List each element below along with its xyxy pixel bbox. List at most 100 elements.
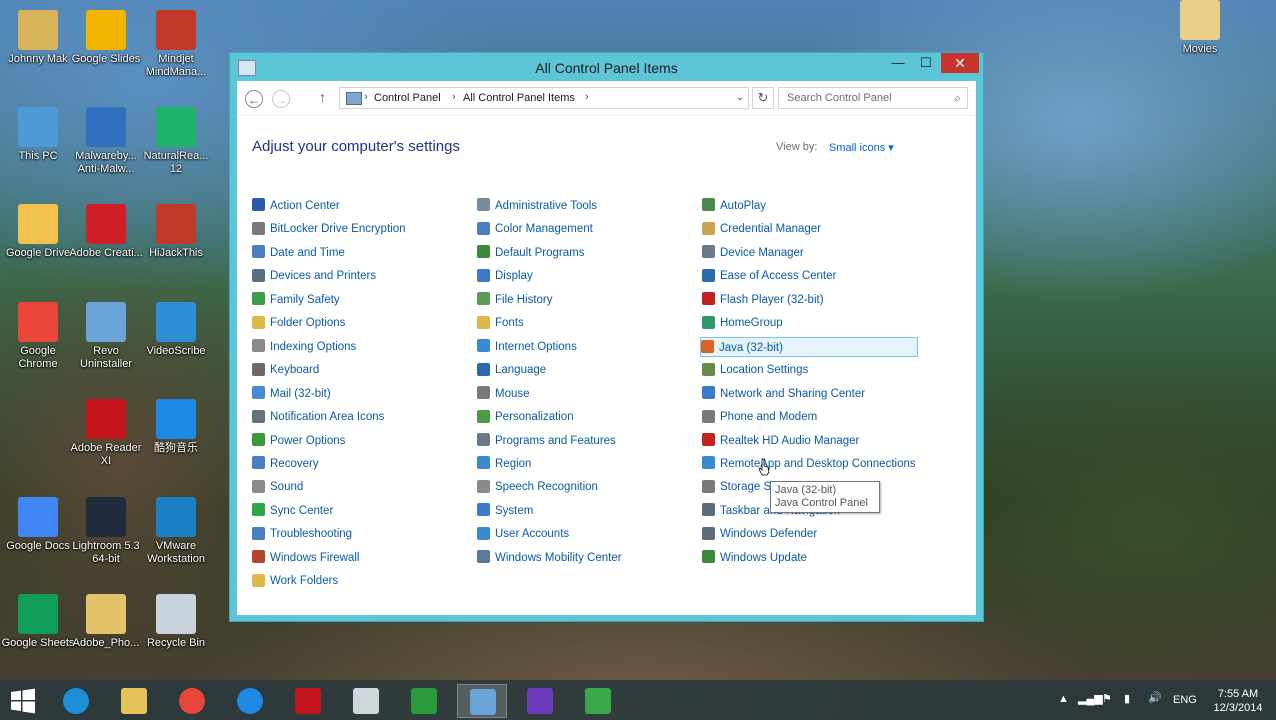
control-panel-item[interactable]: Credential Manager <box>702 219 821 239</box>
control-panel-item[interactable]: Flash Player (32-bit) <box>702 290 824 310</box>
power-icon[interactable]: ▮ <box>1124 692 1130 705</box>
control-panel-item[interactable]: Internet Options <box>477 337 577 357</box>
chevron-right-icon[interactable]: › <box>364 91 368 103</box>
taskbar-app-button[interactable] <box>167 684 217 718</box>
forward-arrow-icon[interactable]: → <box>272 90 290 108</box>
control-panel-item[interactable]: Sync Center <box>252 501 333 521</box>
desktop-icon[interactable]: Movies <box>1162 0 1238 56</box>
taskbar-app-button[interactable] <box>515 684 565 718</box>
desktop-icon[interactable]: Google Drive <box>0 204 76 260</box>
desktop-icon[interactable]: Google Docs <box>0 497 76 553</box>
control-panel-item[interactable]: Troubleshooting <box>252 524 352 544</box>
control-panel-item[interactable]: Work Folders <box>252 571 338 591</box>
clock[interactable]: 7:55 AM 12/3/2014 <box>1204 687 1272 715</box>
windows-start-icon[interactable] <box>10 688 36 714</box>
taskbar-app-button[interactable] <box>283 684 333 718</box>
control-panel-item[interactable]: Device Manager <box>702 243 804 263</box>
control-panel-item[interactable]: Java (32-bit) <box>700 336 918 357</box>
control-panel-item[interactable]: Windows Defender <box>702 524 817 544</box>
control-panel-item[interactable]: Programs and Features <box>477 431 616 451</box>
control-panel-item[interactable]: Devices and Printers <box>252 266 376 286</box>
desktop-icon[interactable]: Adobe Reader XI <box>68 399 144 468</box>
control-panel-item[interactable]: Color Management <box>477 219 593 239</box>
desktop-icon[interactable]: Johnny Mak <box>0 10 76 66</box>
control-panel-item[interactable]: Administrative Tools <box>477 196 597 216</box>
close-button[interactable]: ✕ <box>941 53 979 73</box>
desktop-icon[interactable]: Malwareby... Anti-Malw... <box>68 107 144 176</box>
taskbar-app-button[interactable] <box>399 684 449 718</box>
network-signal-icon[interactable]: ▂▄▆ <box>1078 692 1103 705</box>
control-panel-item[interactable]: Sound <box>252 477 303 497</box>
language-indicator[interactable]: ENG <box>1173 694 1197 706</box>
breadcrumb-all-items[interactable]: All Control Panel Items <box>463 92 575 104</box>
control-panel-item[interactable]: Location Settings <box>702 360 808 380</box>
control-panel-item[interactable]: Region <box>477 454 531 474</box>
control-panel-item[interactable]: Default Programs <box>477 243 584 263</box>
chevron-right-icon[interactable]: › <box>452 91 456 103</box>
up-arrow-icon[interactable]: ↑ <box>319 89 326 105</box>
taskbar-app-button[interactable] <box>51 684 101 718</box>
back-arrow-icon[interactable]: ← <box>245 90 263 108</box>
desktop-icon[interactable]: HiJackThis <box>138 204 214 260</box>
control-panel-item[interactable]: Realtek HD Audio Manager <box>702 431 859 451</box>
taskbar-app-button[interactable] <box>341 684 391 718</box>
desktop-icon[interactable]: Revo Uninstaller <box>68 302 144 371</box>
control-panel-item[interactable]: AutoPlay <box>702 196 766 216</box>
control-panel-item[interactable]: Personalization <box>477 407 574 427</box>
taskbar-app-button[interactable] <box>225 684 275 718</box>
control-panel-item[interactable]: Speech Recognition <box>477 477 598 497</box>
desktop-icon[interactable]: Recycle Bin <box>138 594 214 650</box>
show-hidden-icons-icon[interactable]: ▲ <box>1058 693 1069 705</box>
address-bar[interactable]: › Control Panel › All Control Panel Item… <box>339 87 749 109</box>
control-panel-item[interactable]: HomeGroup <box>702 313 783 333</box>
chevron-down-icon[interactable]: ⌄ <box>736 92 744 103</box>
control-panel-item[interactable]: Windows Firewall <box>252 548 359 568</box>
control-panel-item[interactable]: Mail (32-bit) <box>252 384 331 404</box>
taskbar-app-button[interactable] <box>573 684 623 718</box>
desktop-icon[interactable]: Mindjet MindMana... <box>138 10 214 79</box>
control-panel-item[interactable]: Mouse <box>477 384 530 404</box>
control-panel-item[interactable]: Indexing Options <box>252 337 356 357</box>
desktop-icon[interactable]: VideoScribe <box>138 302 214 358</box>
desktop-icon[interactable]: Google Slides <box>68 10 144 66</box>
control-panel-item[interactable]: Windows Update <box>702 548 807 568</box>
control-panel-item[interactable]: Fonts <box>477 313 524 333</box>
control-panel-item[interactable]: Windows Mobility Center <box>477 548 622 568</box>
minimize-button[interactable]: — <box>884 53 912 73</box>
desktop-icon[interactable]: Google Sheets <box>0 594 76 650</box>
control-panel-item[interactable]: Action Center <box>252 196 340 216</box>
taskbar-app-button[interactable] <box>109 684 159 718</box>
desktop-icon[interactable]: Adobe Creati... <box>68 204 144 260</box>
control-panel-item[interactable]: RemoteApp and Desktop Connections <box>702 454 916 474</box>
search-icon[interactable]: ⌕ <box>954 91 961 106</box>
control-panel-item[interactable]: Folder Options <box>252 313 345 333</box>
desktop-icon[interactable]: Adobe_Pho... <box>68 594 144 650</box>
control-panel-item[interactable]: Date and Time <box>252 243 345 263</box>
volume-icon[interactable]: 🔊 <box>1148 691 1162 704</box>
desktop-icon[interactable]: Lightroom 5.3 64-bit <box>68 497 144 566</box>
control-panel-item[interactable]: BitLocker Drive Encryption <box>252 219 406 239</box>
control-panel-item[interactable]: Family Safety <box>252 290 340 310</box>
control-panel-item[interactable]: User Accounts <box>477 524 569 544</box>
control-panel-item[interactable]: Phone and Modem <box>702 407 817 427</box>
control-panel-item[interactable]: System <box>477 501 533 521</box>
chevron-right-icon[interactable]: › <box>585 91 589 103</box>
breadcrumb-control-panel[interactable]: Control Panel <box>374 92 441 104</box>
taskbar-app-button[interactable] <box>457 684 507 718</box>
search-input[interactable] <box>785 91 939 105</box>
control-panel-item[interactable]: Notification Area Icons <box>252 407 384 427</box>
action-center-flag-icon[interactable]: ⚑ <box>1102 692 1112 705</box>
desktop-icon[interactable]: This PC <box>0 107 76 163</box>
desktop-icon[interactable]: 酷狗音乐 <box>138 399 214 455</box>
view-by-dropdown[interactable]: Small icons ▾ <box>829 141 894 154</box>
control-panel-item[interactable]: Power Options <box>252 431 345 451</box>
desktop-icon[interactable]: Google Chrome <box>0 302 76 371</box>
control-panel-item[interactable]: Network and Sharing Center <box>702 384 865 404</box>
control-panel-item[interactable]: Recovery <box>252 454 319 474</box>
control-panel-item[interactable]: Language <box>477 360 546 380</box>
control-panel-item[interactable]: Display <box>477 266 533 286</box>
control-panel-item[interactable]: Ease of Access Center <box>702 266 836 286</box>
desktop-icon[interactable]: VMware Workstation <box>138 497 214 566</box>
desktop-icon[interactable]: NaturalRea... 12 <box>138 107 214 176</box>
search-box[interactable]: ⌕ <box>778 87 968 109</box>
